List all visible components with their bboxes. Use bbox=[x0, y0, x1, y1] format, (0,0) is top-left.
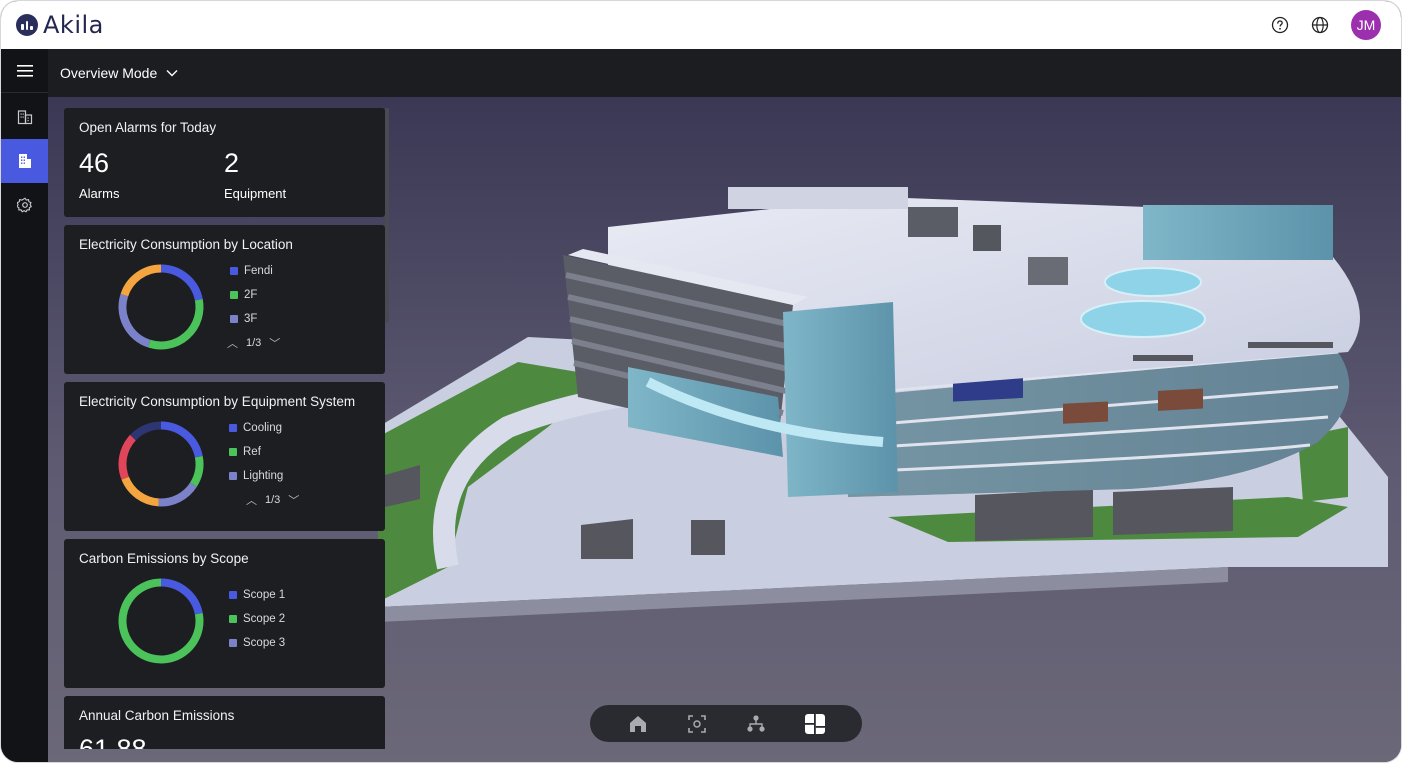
donut-segment[interactable] bbox=[118, 293, 151, 348]
carbon-scope-card[interactable]: Carbon Emissions by Scope Scope 1 Scope 2… bbox=[64, 539, 385, 688]
legend-label: 2F bbox=[244, 289, 258, 301]
menu-icon bbox=[16, 64, 33, 77]
legend-label: Scope 1 bbox=[243, 589, 286, 601]
hierarchy-icon bbox=[746, 714, 765, 732]
equipment-pager: ︿ 1/3 ﹀ bbox=[246, 492, 299, 508]
annual-carbon-value: 61.88 bbox=[79, 734, 147, 749]
legend-swatch bbox=[230, 267, 238, 275]
sidebar-item-settings[interactable] bbox=[1, 183, 48, 227]
pager-text: 1/3 bbox=[265, 494, 281, 506]
logo[interactable]: Akila bbox=[16, 11, 104, 39]
alarms-label: Alarms bbox=[79, 186, 120, 201]
home-icon bbox=[629, 715, 646, 732]
donut-segment[interactable] bbox=[160, 578, 203, 615]
legend-item[interactable]: Cooling bbox=[229, 416, 283, 440]
donut-segment[interactable] bbox=[147, 299, 204, 350]
legend-label: Scope 2 bbox=[243, 613, 286, 625]
building-icon bbox=[18, 154, 31, 168]
donut-segment[interactable] bbox=[160, 264, 203, 301]
location-legend: Fendi 2F 3F bbox=[230, 259, 273, 331]
sidebar-item-portfolio[interactable] bbox=[1, 95, 48, 139]
app-window: Akila JM Overview Mode Open Alarms for T… bbox=[0, 0, 1402, 763]
focus-icon bbox=[687, 714, 706, 733]
buildings-icon bbox=[17, 110, 32, 125]
equipment-legend: Cooling Ref Lighting bbox=[229, 416, 283, 488]
gear-icon bbox=[16, 197, 32, 213]
legend-label: Cooling bbox=[243, 422, 282, 434]
chevron-down-icon bbox=[166, 70, 178, 77]
legend-label: Fendi bbox=[244, 265, 273, 277]
legend-item[interactable]: Fendi bbox=[230, 259, 273, 283]
avatar[interactable]: JM bbox=[1351, 10, 1381, 40]
card-title: Electricity Consumption by Equipment Sys… bbox=[79, 394, 356, 409]
legend-item[interactable]: Scope 1 bbox=[229, 583, 285, 607]
legend-label: Lighting bbox=[243, 470, 284, 482]
donut-segment[interactable] bbox=[118, 434, 136, 480]
dashboard-view-button[interactable] bbox=[802, 711, 828, 737]
legend-label: 3F bbox=[244, 313, 258, 325]
scope-legend: Scope 1 Scope 2 Scope 3 bbox=[229, 583, 285, 655]
chevron-down-icon[interactable]: ﹀ bbox=[269, 335, 280, 351]
location-consumption-card[interactable]: Electricity Consumption by Location Fend… bbox=[64, 225, 385, 374]
app-name: Akila bbox=[43, 11, 104, 39]
donut-segment[interactable] bbox=[130, 421, 162, 441]
alarms-count: 46 bbox=[79, 148, 110, 178]
equipment-count: 2 bbox=[224, 148, 240, 178]
top-header: Akila JM bbox=[1, 1, 1401, 49]
card-title: Carbon Emissions by Scope bbox=[79, 551, 249, 566]
equipment-label: Equipment bbox=[224, 186, 287, 201]
legend-swatch bbox=[229, 615, 237, 623]
legend-label: Scope 3 bbox=[243, 637, 286, 649]
donut-segment[interactable] bbox=[160, 421, 203, 458]
legend-label: Ref bbox=[243, 446, 261, 458]
view-toolbar bbox=[590, 705, 862, 742]
donut-segment[interactable] bbox=[121, 476, 160, 507]
legend-item[interactable]: 2F bbox=[230, 283, 273, 307]
card-title: Annual Carbon Emissions bbox=[79, 708, 235, 723]
mode-dropdown[interactable]: Overview Mode bbox=[60, 65, 178, 81]
legend-swatch bbox=[229, 472, 237, 480]
location-pager: ︿ 1/3 ﹀ bbox=[227, 335, 280, 351]
legend-swatch bbox=[229, 424, 237, 432]
sidebar bbox=[1, 49, 48, 762]
dashboard-panels: Open Alarms for Today 46 Alarms 2 Equipm… bbox=[64, 108, 385, 749]
mode-label: Overview Mode bbox=[60, 65, 158, 81]
legend-swatch bbox=[229, 448, 237, 456]
legend-swatch bbox=[229, 591, 237, 599]
help-circle-icon[interactable] bbox=[1269, 14, 1291, 36]
equipment-donut-chart[interactable] bbox=[116, 419, 206, 509]
hierarchy-view-button[interactable] bbox=[743, 711, 769, 737]
equipment-consumption-card[interactable]: Electricity Consumption by Equipment Sys… bbox=[64, 382, 385, 531]
annual-carbon-card[interactable]: Annual Carbon Emissions 61.88 bbox=[64, 696, 385, 749]
panels-scrollbar[interactable] bbox=[385, 108, 389, 323]
legend-item[interactable]: 3F bbox=[230, 307, 273, 331]
globe-icon[interactable] bbox=[1309, 14, 1331, 36]
legend-item[interactable]: Ref bbox=[229, 440, 283, 464]
focus-view-button[interactable] bbox=[684, 711, 710, 737]
legend-swatch bbox=[230, 291, 238, 299]
legend-item[interactable]: Scope 3 bbox=[229, 631, 285, 655]
location-donut-chart[interactable] bbox=[116, 262, 206, 352]
open-alarms-card[interactable]: Open Alarms for Today 46 Alarms 2 Equipm… bbox=[64, 108, 385, 217]
home-view-button[interactable] bbox=[625, 711, 651, 737]
chevron-down-icon[interactable]: ﹀ bbox=[288, 492, 299, 508]
dashboard-icon bbox=[804, 713, 825, 734]
chevron-up-icon[interactable]: ︿ bbox=[227, 335, 238, 351]
menu-button[interactable] bbox=[1, 49, 48, 93]
logo-icon bbox=[16, 14, 38, 36]
donut-segment[interactable] bbox=[120, 264, 162, 297]
legend-item[interactable]: Lighting bbox=[229, 464, 283, 488]
pager-text: 1/3 bbox=[246, 337, 262, 349]
card-title: Open Alarms for Today bbox=[79, 120, 217, 135]
donut-segment[interactable] bbox=[158, 482, 197, 507]
card-title: Electricity Consumption by Location bbox=[79, 237, 293, 252]
chevron-up-icon[interactable]: ︿ bbox=[246, 492, 257, 508]
legend-item[interactable]: Scope 2 bbox=[229, 607, 285, 631]
donut-segment[interactable] bbox=[190, 456, 204, 487]
legend-swatch bbox=[230, 315, 238, 323]
scope-donut-chart[interactable] bbox=[116, 576, 206, 666]
mode-bar: Overview Mode bbox=[48, 49, 1401, 97]
legend-swatch bbox=[229, 639, 237, 647]
sidebar-item-building[interactable] bbox=[1, 139, 48, 183]
